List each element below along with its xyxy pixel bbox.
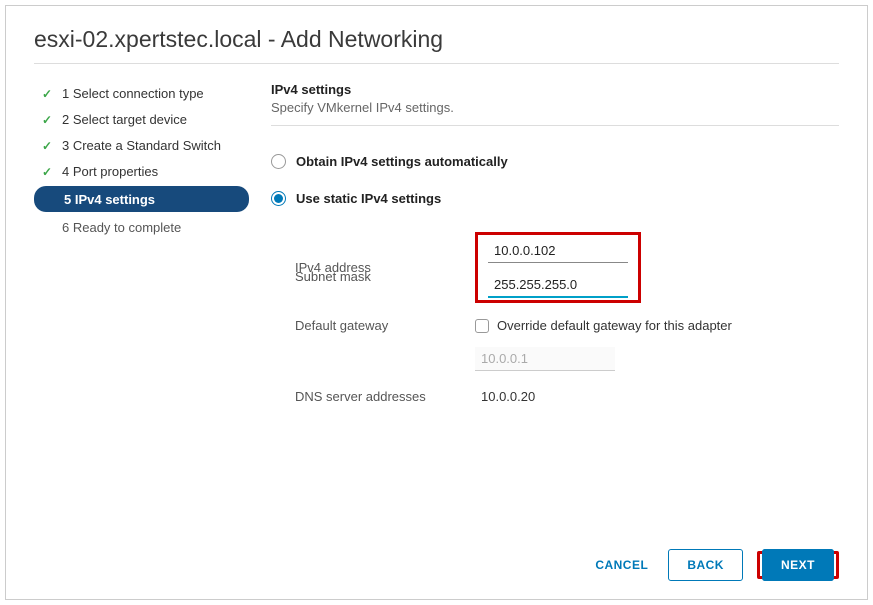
check-icon: ✓ [42,139,54,153]
panel-heading: IPv4 settings [271,82,839,97]
step-5[interactable]: ✓ 5 IPv4 settings [34,186,249,212]
gateway-override[interactable]: Override default gateway for this adapte… [475,318,732,333]
step-3[interactable]: ✓ 3 Create a Standard Switch [34,134,249,157]
check-icon: ✓ [42,165,54,179]
dns-value: 10.0.0.20 [475,385,541,408]
panel-subheading: Specify VMkernel IPv4 settings. [271,100,839,126]
row-gateway: Default gateway Override default gateway… [295,318,839,333]
step-4[interactable]: ✓ 4 Port properties [34,160,249,183]
radio-label: Use static IPv4 settings [296,191,441,206]
checkbox-icon [475,319,489,333]
cancel-button[interactable]: CANCEL [589,550,654,580]
next-button[interactable]: NEXT [762,549,834,581]
gateway-label: Default gateway [295,318,475,333]
dialog-content: ✓ 1 Select connection type ✓ 2 Select ta… [34,82,839,535]
wizard-steps: ✓ 1 Select connection type ✓ 2 Select ta… [34,82,249,535]
check-icon: ✓ [42,87,54,101]
subnet-input[interactable] [488,273,628,298]
radio-auto[interactable]: Obtain IPv4 settings automatically [271,154,839,169]
step-label: 5 IPv4 settings [64,192,155,207]
step-label: 2 Select target device [62,112,187,127]
subnet-label: Subnet mask [295,269,475,284]
main-panel: IPv4 settings Specify VMkernel IPv4 sett… [267,82,839,535]
highlight-annotation: NEXT [757,551,839,579]
static-ip-form: IPv4 address Subnet mask Default gatew [271,232,839,408]
row-gateway-value [295,347,839,371]
row-dns: DNS server addresses 10.0.0.20 [295,385,839,408]
add-networking-dialog: esxi-02.xpertstec.local - Add Networking… [5,5,868,600]
override-label: Override default gateway for this adapte… [497,318,732,333]
ipv4-input[interactable] [488,239,628,263]
dns-label: DNS server addresses [295,389,475,404]
step-label: 1 Select connection type [62,86,204,101]
radio-static[interactable]: Use static IPv4 settings [271,191,839,206]
step-label: 6 Ready to complete [62,220,181,235]
highlight-annotation [475,232,641,303]
step-6: ✓ 6 Ready to complete [34,215,249,239]
back-button[interactable]: BACK [668,549,743,581]
radio-label: Obtain IPv4 settings automatically [296,154,508,169]
gateway-input [475,347,615,371]
radio-icon [271,191,286,206]
check-icon: ✓ [42,113,54,127]
row-ipv4: IPv4 address [295,232,839,303]
dialog-footer: CANCEL BACK NEXT [34,535,839,581]
step-label: 3 Create a Standard Switch [62,138,221,153]
step-2[interactable]: ✓ 2 Select target device [34,108,249,131]
step-label: 4 Port properties [62,164,158,179]
step-1[interactable]: ✓ 1 Select connection type [34,82,249,105]
dialog-title: esxi-02.xpertstec.local - Add Networking [34,26,839,64]
radio-icon [271,154,286,169]
